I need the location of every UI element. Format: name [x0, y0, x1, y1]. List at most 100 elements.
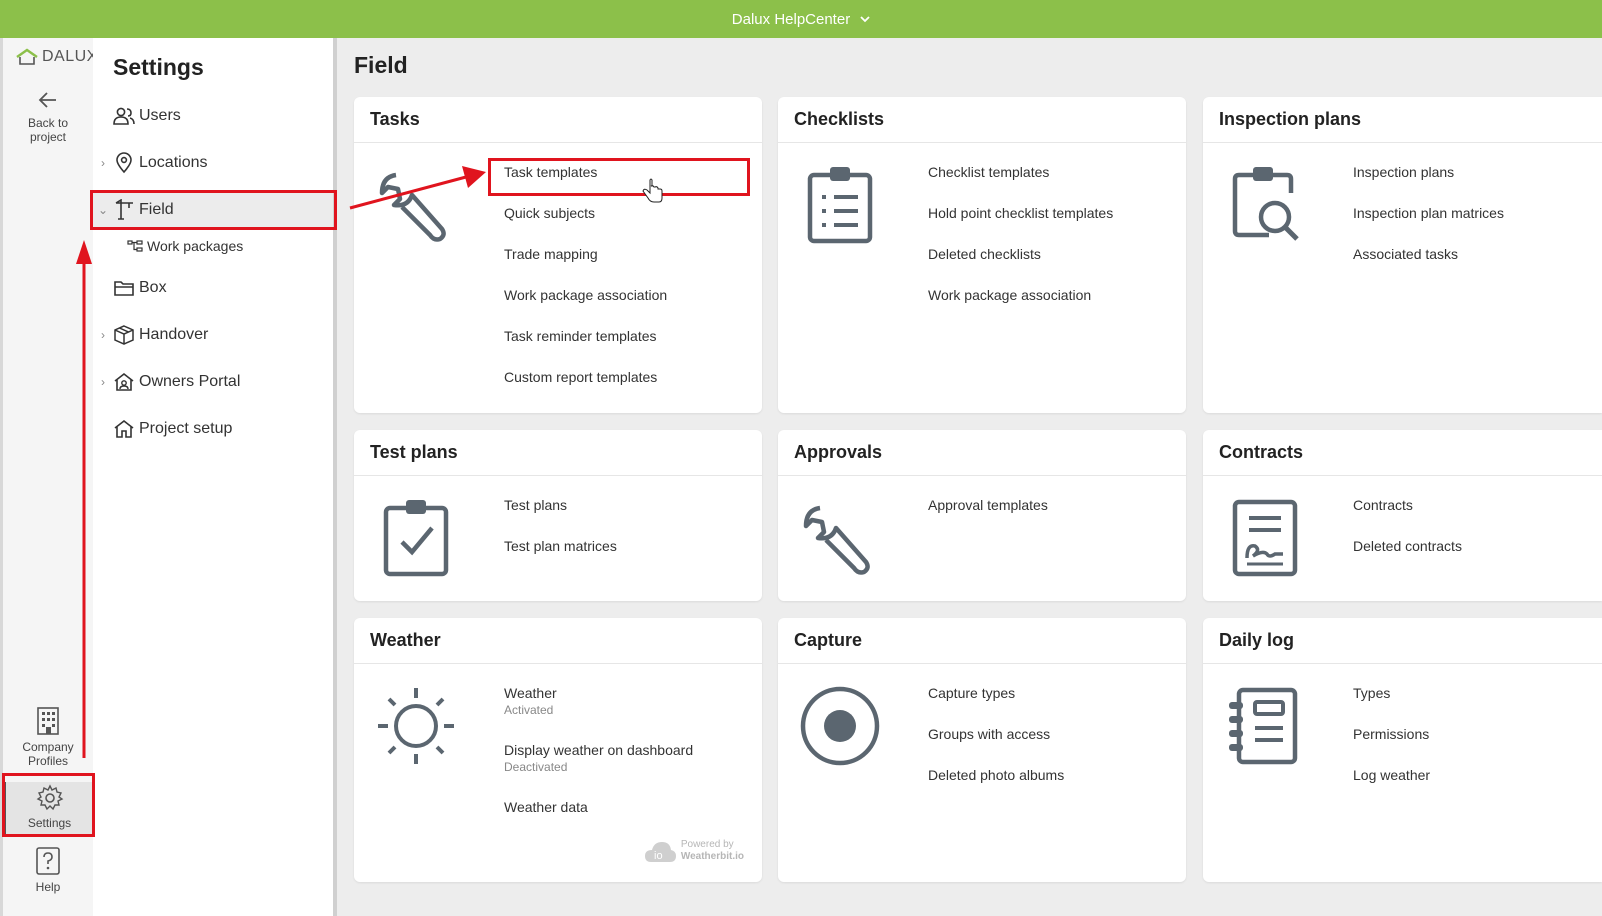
nav-item-project-setup[interactable]: Project setup — [93, 411, 333, 447]
card-links: Inspection plans Inspection plan matrice… — [1353, 163, 1504, 286]
back-to-project-label: Back to project — [27, 116, 69, 144]
card-title: Inspection plans — [1203, 97, 1602, 143]
card-links: Types Permissions Log weather — [1353, 684, 1430, 807]
company-profiles-button[interactable]: Company Profiles — [3, 706, 93, 768]
weatherbit-logo-text: io — [654, 850, 663, 862]
highlight-task-templates — [488, 158, 750, 196]
nav-item-work-packages[interactable]: Work packages — [93, 228, 333, 264]
nav-item-handover[interactable]: › Handover — [93, 317, 333, 353]
link-quick-subjects[interactable]: Quick subjects — [504, 204, 667, 245]
wrench-icon — [803, 505, 870, 575]
link-work-package-association[interactable]: Work package association — [504, 286, 667, 327]
link-inspection-plans[interactable]: Inspection plans — [1353, 163, 1504, 204]
wrench-icon — [379, 172, 446, 242]
work-packages-icon — [127, 240, 143, 252]
chevron-right-icon[interactable]: › — [93, 156, 113, 170]
card-title: Weather — [354, 618, 762, 664]
logo-text: DALUX — [42, 48, 98, 65]
help-button[interactable]: Help — [3, 846, 93, 894]
link-test-plan-matrices[interactable]: Test plan matrices — [504, 537, 617, 578]
card-title: Contracts — [1203, 430, 1602, 476]
card-weather: Weather Weather Activated Display weathe… — [354, 618, 762, 882]
card-inspection-plans: Inspection plans Inspection plans Inspec… — [1203, 97, 1602, 413]
chevron-right-icon[interactable]: › — [93, 375, 113, 389]
link-groups-with-access[interactable]: Groups with access — [928, 725, 1064, 766]
clipboard-check-icon — [383, 500, 449, 577]
link-weather-data[interactable]: Weather data — [504, 798, 693, 839]
card-title: Test plans — [354, 430, 762, 476]
highlight-settings-rail — [2, 773, 95, 837]
nav-item-box[interactable]: Box — [93, 270, 333, 306]
chevron-right-icon[interactable]: › — [93, 328, 113, 342]
link-types[interactable]: Types — [1353, 684, 1430, 725]
link-associated-tasks[interactable]: Associated tasks — [1353, 245, 1504, 286]
link-log-weather[interactable]: Log weather — [1353, 766, 1430, 807]
card-links: Test plans Test plan matrices — [504, 496, 617, 578]
nav-item-locations[interactable]: › Locations — [93, 145, 333, 181]
card-links: Capture types Groups with access Deleted… — [928, 684, 1064, 807]
link-display-weather-on-dashboard[interactable]: Display weather on dashboard Deactivated — [504, 741, 693, 798]
nav-label: Box — [139, 279, 167, 296]
card-title: Daily log — [1203, 618, 1602, 664]
building-icon — [37, 707, 59, 735]
notebook-icon — [1229, 687, 1298, 765]
link-custom-report-templates[interactable]: Custom report templates — [504, 368, 667, 409]
card-checklists: Checklists Checklist templates Hold poin… — [778, 97, 1186, 413]
link-hold-point-checklist-templates[interactable]: Hold point checklist templates — [928, 204, 1113, 245]
house-logo-icon — [16, 48, 38, 65]
link-inspection-plan-matrices[interactable]: Inspection plan matrices — [1353, 204, 1504, 245]
link-work-package-association[interactable]: Work package association — [928, 286, 1113, 327]
highlight-field-nav — [90, 190, 337, 230]
chevron-down-icon[interactable] — [860, 14, 870, 24]
card-contracts: Contracts Contracts Deleted contracts — [1203, 430, 1602, 601]
contract-icon — [1232, 499, 1298, 577]
help-icon — [36, 847, 60, 875]
nav-label: Work packages — [147, 238, 244, 254]
card-links: Weather Activated Display weather on das… — [504, 684, 693, 839]
top-bar[interactable]: Dalux HelpCenter — [0, 0, 1602, 38]
link-deleted-checklists[interactable]: Deleted checklists — [928, 245, 1113, 286]
link-task-reminder-templates[interactable]: Task reminder templates — [504, 327, 667, 368]
weatherbit-logo-icon: io — [644, 842, 676, 862]
card-title: Checklists — [778, 97, 1186, 143]
link-deleted-contracts[interactable]: Deleted contracts — [1353, 537, 1462, 578]
link-trade-mapping[interactable]: Trade mapping — [504, 245, 667, 286]
card-links: Checklist templates Hold point checklist… — [928, 163, 1113, 327]
folder-icon — [114, 281, 134, 296]
settings-panel: Settings Users › Locations ⌄ Field Work … — [93, 38, 337, 916]
arrow-left-icon — [38, 92, 56, 108]
dalux-logo[interactable]: DALUX — [15, 48, 98, 66]
back-to-project-button[interactable]: Back to project — [3, 88, 93, 144]
link-weather[interactable]: Weather Activated — [504, 684, 693, 741]
provider-label: Weatherbit.io — [680, 851, 744, 862]
link-deleted-photo-albums[interactable]: Deleted photo albums — [928, 766, 1064, 807]
weather-label: Weather — [504, 685, 557, 701]
clipboard-list-icon — [807, 167, 873, 244]
nav-label: Project setup — [139, 420, 233, 437]
link-contracts[interactable]: Contracts — [1353, 496, 1462, 537]
page-title: Field — [354, 52, 408, 78]
card-daily-log: Daily log Types Permissions Log weather — [1203, 618, 1602, 882]
nav-label: Users — [139, 107, 181, 124]
weatherbit-attribution: io Powered by Weatherbit.io — [643, 838, 744, 864]
dashboard-weather-label: Display weather on dashboard — [504, 742, 694, 758]
link-permissions[interactable]: Permissions — [1353, 725, 1430, 766]
powered-by-label: Powered by — [680, 839, 734, 850]
users-icon — [113, 107, 135, 125]
location-pin-icon — [116, 152, 132, 174]
link-capture-types[interactable]: Capture types — [928, 684, 1064, 725]
link-checklist-templates[interactable]: Checklist templates — [928, 163, 1113, 204]
helpcenter-title[interactable]: Dalux HelpCenter — [732, 11, 850, 28]
nav-item-users[interactable]: Users — [93, 98, 333, 134]
card-test-plans: Test plans Test plans Test plan matrices — [354, 430, 762, 601]
card-title: Capture — [778, 618, 1186, 664]
settings-title: Settings — [113, 54, 204, 80]
link-approval-templates[interactable]: Approval templates — [928, 496, 1048, 537]
package-icon — [114, 325, 134, 345]
nav-item-owners-portal[interactable]: › Owners Portal — [93, 364, 333, 400]
house-icon — [114, 419, 134, 438]
link-test-plans[interactable]: Test plans — [504, 496, 617, 537]
weather-status: Activated — [504, 703, 554, 717]
card-links: Task templates Quick subjects Trade mapp… — [504, 163, 667, 409]
card-links: Approval templates — [928, 496, 1048, 537]
